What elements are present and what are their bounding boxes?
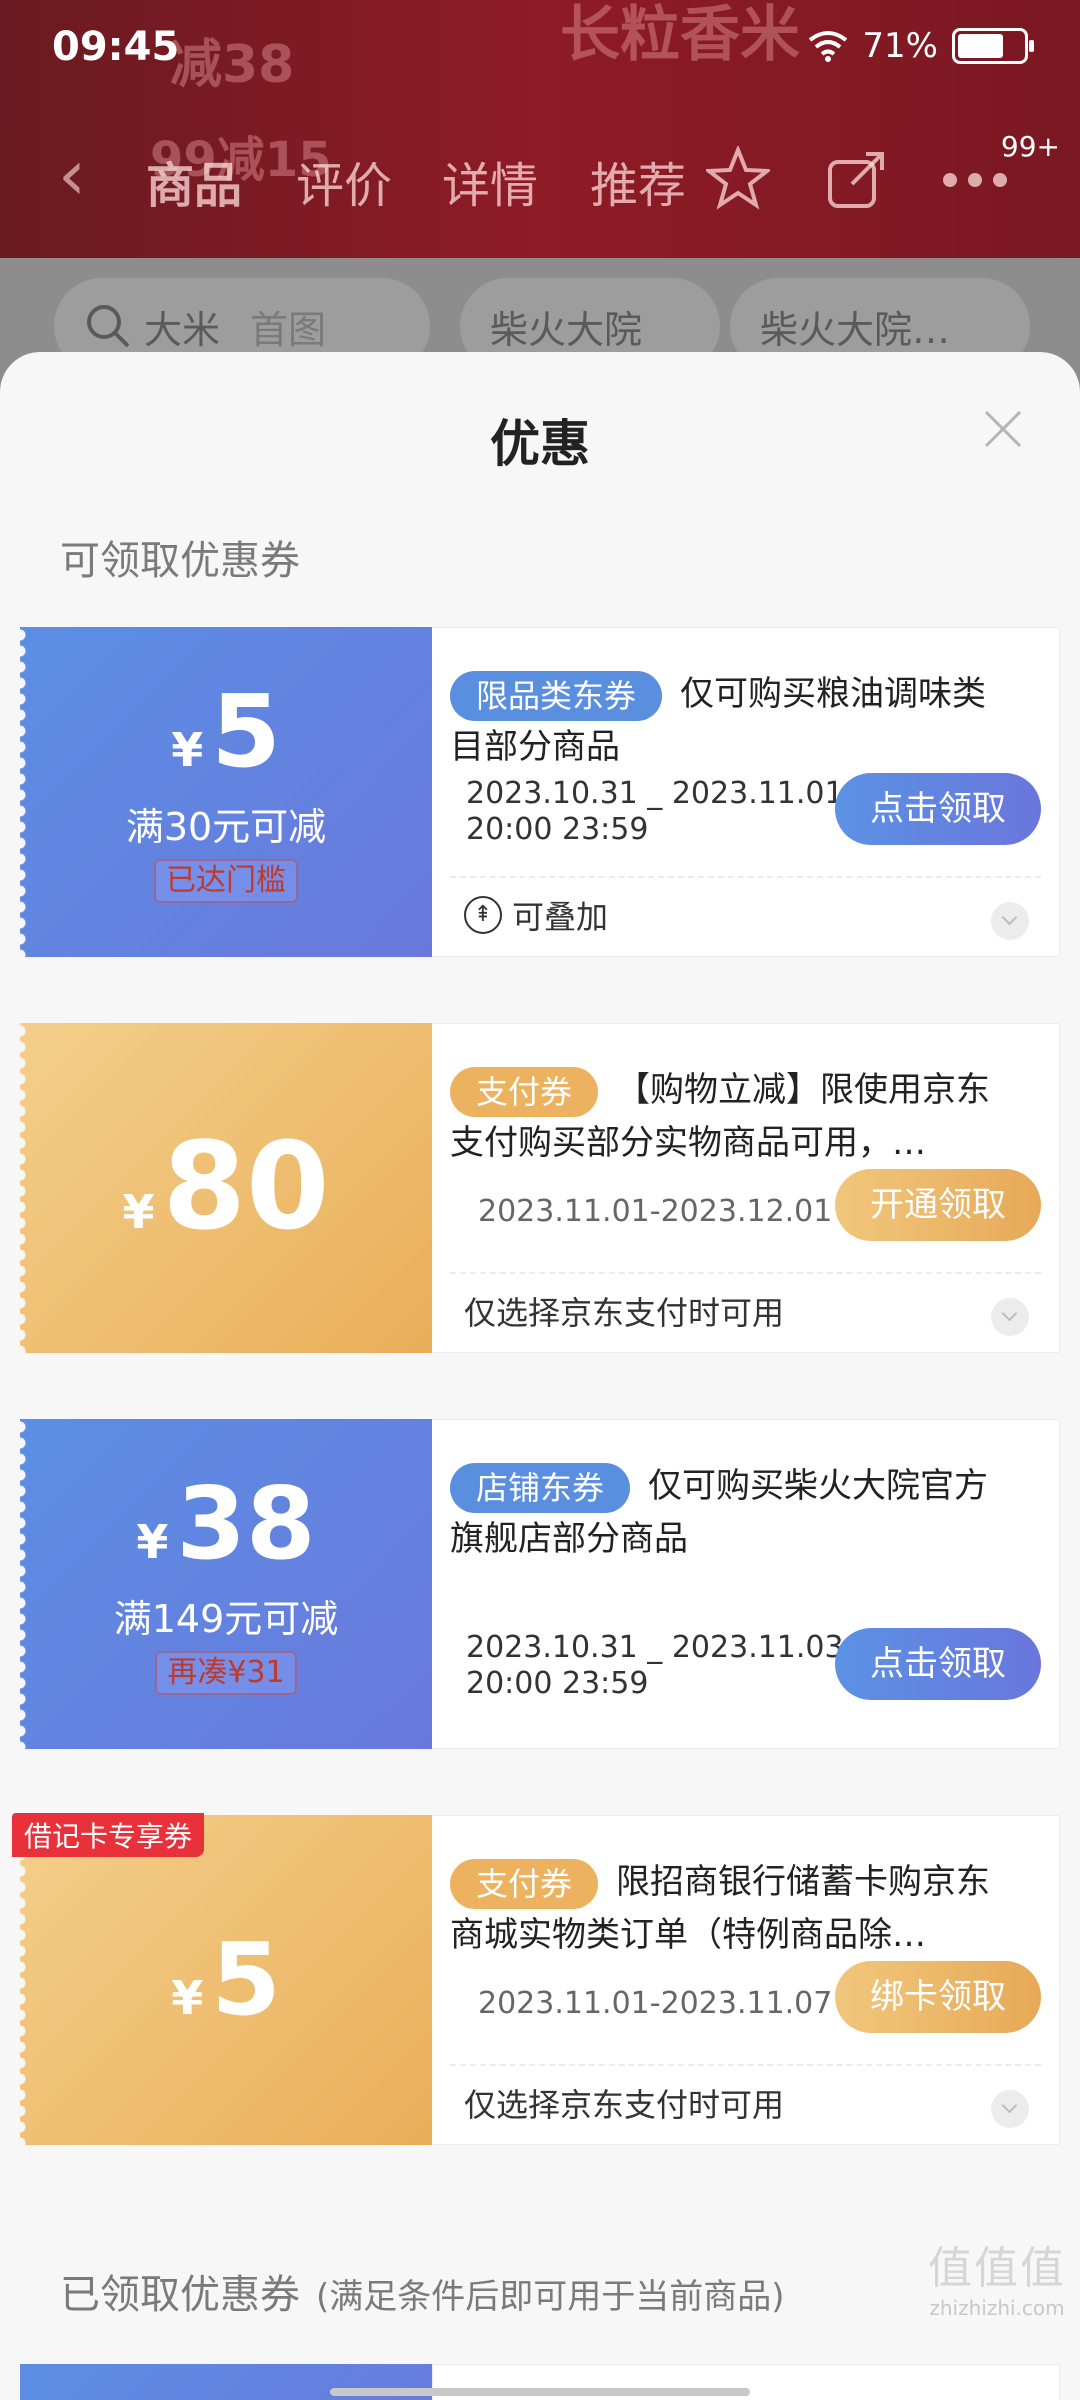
coupon-detail-panel: 支付券 限招商银行储蓄卡购京东商城实物类订单（特例商品除… 2023.11.01-… [432,1815,1060,2145]
coupon-footer: 仅选择京东支付时可用 [464,2086,785,2124]
coupon-sheet: 优惠 可领取优惠券 ¥ 5 满30元可减 已达门槛 限品类东券 仅可购买粮油调味类… [0,352,1080,2400]
coupon-value-panel: ¥ 80 [20,1023,432,1353]
coupon-type-chip: 店铺东券 [450,1462,631,1513]
coupon-footer: 仅选择京东支付时可用 [464,1294,785,1332]
currency-symbol: ¥ [171,722,204,777]
bind-card-claim-button[interactable]: 绑卡领取 [835,1961,1041,2033]
coupon-type-chip: 支付券 [450,1858,599,1909]
status-time: 09:45 [52,24,180,70]
stackable-label: 可叠加 [512,898,609,936]
tab-details[interactable]: 详情 [442,146,538,216]
coupon-detail-panel: 店铺东券 仅可购买柴火大院官方旗舰店部分商品 2023.10.31 _ 2023.… [432,1419,1060,1749]
claim-button[interactable]: 点击领取 [835,1628,1041,1700]
coupon-value-panel: 借记卡专享券 ¥ 5 [12,1813,432,2145]
coupon-time-range: 20:00 23:59 [466,812,649,847]
claimed-coupons-heading: 已领取优惠券 (满足条件后即可用于当前商品) [60,2262,785,2320]
search-query: 大米 [144,307,221,352]
debit-card-ribbon: 借记卡专享券 [12,1813,205,1857]
close-icon[interactable] [978,404,1028,454]
coupon-date-range: 2023.10.31 _ 2023.11.01 [466,776,844,811]
status-bar: 09:45 71% [0,0,1080,100]
share-icon[interactable] [826,148,888,210]
threshold-tag: 再凑¥31 [155,1650,297,1695]
claim-button[interactable]: 点击领取 [835,773,1041,845]
coupon-time-range: 20:00 23:59 [466,1666,649,1701]
home-indicator[interactable] [330,2388,750,2396]
coupon-card: 借记卡专享券 ¥ 5 支付券 限招商银行储蓄卡购京东商城实物类订单（特例商品除… … [12,1813,1060,2145]
coupon-date-range: 2023.11.01-2023.11.07 [478,1986,833,2021]
coupon-value-panel: ¥ 5 满30元可减 已达门槛 [20,627,432,957]
coupon-footer: ⇞ 可叠加 [464,892,608,938]
tab-recommend[interactable]: 推荐 [590,146,686,216]
claimed-section-note: (满足条件后即可用于当前商品) [316,2277,785,2317]
threshold-tag: 已达门槛 [154,858,298,903]
coupon-amount: 5 [211,672,281,790]
coupon-amount: 5 [211,1921,281,2038]
tab-reviews[interactable]: 评价 [296,146,392,216]
coupon-type-chip: 支付券 [450,1066,599,1117]
coupon-value-panel: ¥ 38 满149元可减 再凑¥31 [20,1419,432,1749]
coupon-amount: 38 [176,1464,316,1582]
back-icon[interactable]: ‹ [58,134,86,216]
product-nav: ‹ 商品 评价 详情 推荐 99+ [0,120,1080,230]
stackable-icon: ⇞ [464,896,502,934]
coupon-card: ¥ 80 支付券 【购物立减】限使用京东支付购买部分实物商品可用，… 2023.1… [20,1023,1060,1353]
currency-symbol: ¥ [171,1971,204,2025]
message-badge: 99+ [1000,130,1060,163]
expand-chevron-icon[interactable] [991,902,1029,940]
battery-icon [952,28,1034,64]
coupon-type-chip: 限品类东券 [450,670,663,721]
coupon-card: ¥ 5 满30元可减 已达门槛 限品类东券 仅可购买粮油调味类目部分商品 2023… [20,627,1060,957]
coupon-card: ¥ 38 满149元可减 再凑¥31 店铺东券 仅可购买柴火大院官方旗舰店部分商品… [20,1419,1060,1749]
coupon-amount: 80 [162,1118,330,1257]
battery-percent: 71% [862,26,938,66]
coupon-condition: 满30元可减 [125,804,327,849]
tab-product[interactable]: 商品 [146,146,242,216]
wifi-icon [809,31,848,62]
search-hint: 首图 [250,307,327,352]
currency-symbol: ¥ [122,1185,155,1239]
expand-chevron-icon[interactable] [991,1298,1029,1336]
coupon-validity: 2023.10.31 _ 2023.11.03 20:00 23:59 [466,1630,844,1702]
status-icons: 71% [808,26,1034,66]
coupon-validity: 2023.10.31 _ 2023.11.01 20:00 23:59 [466,776,844,848]
watermark-site: zhizhizhi.com [929,2296,1065,2320]
sheet-title: 优惠 [490,415,590,473]
more-icon[interactable] [940,170,1010,190]
coupon-date-range: 2023.10.31 _ 2023.11.03 [466,1630,844,1665]
search-icon [87,305,130,348]
favorite-star-icon[interactable] [706,146,770,210]
coupon-condition: 满149元可减 [113,1596,339,1641]
claimed-section-label: 已领取优惠券 [60,2272,300,2318]
available-coupons-heading: 可领取优惠券 [60,538,300,584]
coupon-date-range: 2023.11.01-2023.12.01 [478,1194,833,1229]
watermark-logo: 值值值 [928,2243,1066,2294]
coupon-detail-panel: 限品类东券 仅可购买粮油调味类目部分商品 2023.10.31 _ 2023.11… [432,627,1060,957]
coupon-detail-panel: 支付券 【购物立减】限使用京东支付购买部分实物商品可用，… 2023.11.01-… [432,1023,1060,1353]
activate-claim-button[interactable]: 开通领取 [835,1169,1041,1241]
watermark: 值值值 zhizhizhi.com [928,2232,1066,2320]
currency-symbol: ¥ [136,1514,169,1569]
expand-chevron-icon[interactable] [991,2090,1029,2128]
